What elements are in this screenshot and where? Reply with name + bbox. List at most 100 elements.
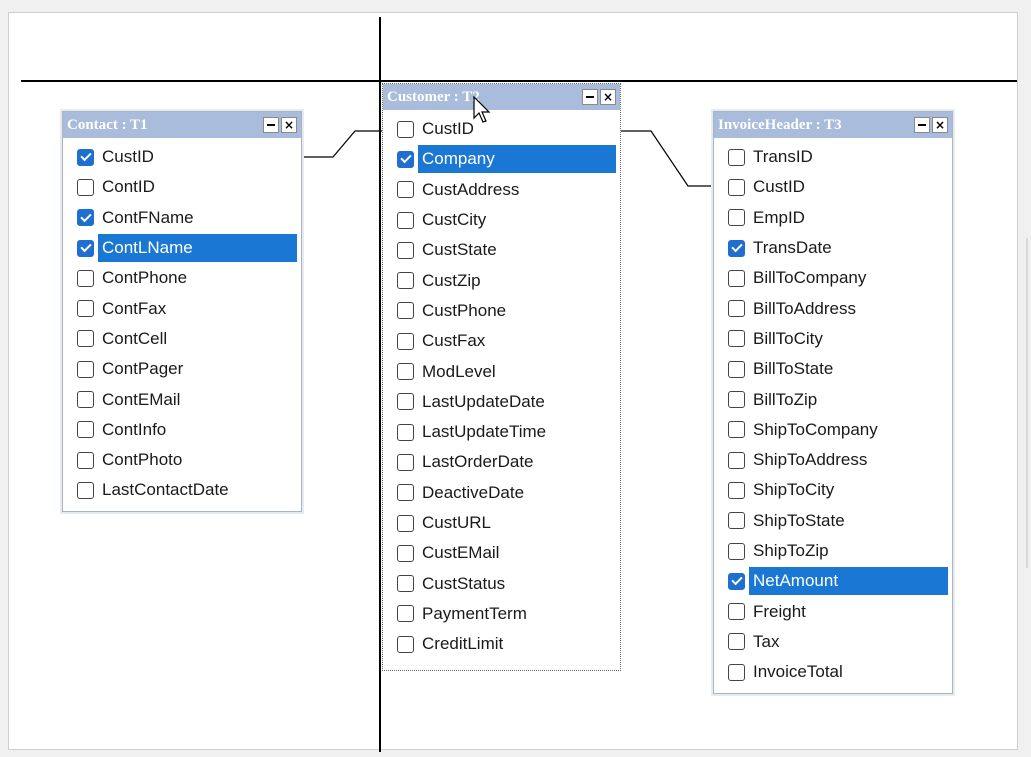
column-label[interactable]: Freight <box>749 598 948 626</box>
column-checkbox[interactable] <box>397 181 414 199</box>
column-label[interactable]: Tax <box>749 628 948 656</box>
column-row[interactable]: CustPhone <box>387 296 616 326</box>
column-row[interactable]: ShipToState <box>718 506 948 536</box>
column-label[interactable]: ShipToCity <box>749 476 948 504</box>
column-row[interactable]: CustEMail <box>387 538 616 568</box>
column-label[interactable]: InvoiceTotal <box>749 658 948 686</box>
column-label[interactable]: CustAddress <box>418 176 616 204</box>
column-label[interactable]: TransDate <box>749 234 948 262</box>
column-label[interactable]: BillToZip <box>749 386 948 414</box>
column-row[interactable]: CustID <box>387 114 616 144</box>
column-row[interactable]: Company <box>387 144 616 174</box>
column-checkbox[interactable] <box>77 421 94 439</box>
column-checkbox[interactable] <box>728 239 745 257</box>
column-label[interactable]: ContPhoto <box>98 446 297 474</box>
column-row[interactable]: TransDate <box>718 233 948 263</box>
column-row[interactable]: NetAmount <box>718 566 948 596</box>
column-checkbox[interactable] <box>397 241 414 259</box>
column-checkbox[interactable] <box>77 451 94 469</box>
column-row[interactable]: ShipToAddress <box>718 445 948 475</box>
column-row[interactable]: ContInfo <box>67 415 297 445</box>
column-row[interactable]: LastOrderDate <box>387 447 616 477</box>
column-checkbox[interactable] <box>397 332 414 350</box>
table-title-bar[interactable]: Contact : T1 × <box>63 112 301 138</box>
column-label[interactable]: ContFax <box>98 295 297 323</box>
column-row[interactable]: InvoiceTotal <box>718 657 948 687</box>
column-label[interactable]: CustFax <box>418 327 616 355</box>
column-checkbox[interactable] <box>397 150 414 168</box>
table-title-bar[interactable]: InvoiceHeader : T3 × <box>714 112 952 138</box>
column-checkbox[interactable] <box>397 393 414 411</box>
table-window-customer[interactable]: Customer : T2 × CustID Company CustAddress… <box>382 83 621 671</box>
column-label[interactable]: CustID <box>418 115 616 143</box>
column-label[interactable]: CustCity <box>418 206 616 234</box>
column-label[interactable]: CustPhone <box>418 297 616 325</box>
column-row[interactable]: ModLevel <box>387 356 616 386</box>
column-row[interactable]: ContFName <box>67 203 297 233</box>
column-checkbox[interactable] <box>728 633 745 651</box>
column-row[interactable]: CustAddress <box>387 175 616 205</box>
column-checkbox[interactable] <box>728 421 745 439</box>
column-checkbox[interactable] <box>728 512 745 530</box>
column-label[interactable]: BillToAddress <box>749 295 948 323</box>
column-checkbox[interactable] <box>728 481 745 499</box>
column-row[interactable]: PaymentTerm <box>387 599 616 629</box>
column-label[interactable]: CustState <box>418 236 616 264</box>
column-row[interactable]: ShipToCompany <box>718 415 948 445</box>
column-checkbox[interactable] <box>728 360 745 378</box>
minimize-icon[interactable] <box>582 89 598 105</box>
column-label[interactable]: ContLName <box>98 234 297 263</box>
column-row[interactable]: CustState <box>387 235 616 265</box>
column-checkbox[interactable] <box>77 178 94 196</box>
column-label[interactable]: EmpID <box>749 204 948 232</box>
column-label[interactable]: BillToState <box>749 355 948 383</box>
column-label[interactable]: ContPager <box>98 355 297 383</box>
column-label[interactable]: ModLevel <box>418 358 616 386</box>
column-row[interactable]: BillToAddress <box>718 293 948 323</box>
column-checkbox[interactable] <box>397 272 414 290</box>
column-checkbox[interactable] <box>77 330 94 348</box>
column-row[interactable]: DeactiveDate <box>387 478 616 508</box>
column-label[interactable]: TransID <box>749 143 948 171</box>
column-checkbox[interactable] <box>77 209 94 227</box>
column-checkbox[interactable] <box>397 120 414 138</box>
column-label[interactable]: CustEMail <box>418 539 616 567</box>
minimize-icon[interactable] <box>263 117 279 133</box>
column-checkbox[interactable] <box>397 514 414 532</box>
minimize-icon[interactable] <box>914 117 930 133</box>
table-window-invoiceheader[interactable]: InvoiceHeader : T3 × TransID CustID EmpID T… <box>713 111 953 694</box>
column-row[interactable]: ContID <box>67 172 297 202</box>
column-checkbox[interactable] <box>77 269 94 287</box>
column-label[interactable]: BillToCity <box>749 325 948 353</box>
column-row[interactable]: ContFax <box>67 293 297 323</box>
column-checkbox[interactable] <box>728 300 745 318</box>
column-label[interactable]: CustStatus <box>418 570 616 598</box>
column-row[interactable]: ContPhoto <box>67 445 297 475</box>
column-row[interactable]: LastUpdateTime <box>387 417 616 447</box>
column-checkbox[interactable] <box>397 211 414 229</box>
column-row[interactable]: ShipToZip <box>718 536 948 566</box>
column-row[interactable]: CustZip <box>387 265 616 295</box>
table-window-contact[interactable]: Contact : T1 × CustID ContID ContFName Cont… <box>62 111 302 512</box>
column-row[interactable]: CustCity <box>387 205 616 235</box>
column-checkbox[interactable] <box>397 605 414 623</box>
column-checkbox[interactable] <box>77 148 94 166</box>
table-title-bar[interactable]: Customer : T2 × <box>383 84 620 110</box>
column-checkbox[interactable] <box>397 635 414 653</box>
column-checkbox[interactable] <box>728 209 745 227</box>
column-label[interactable]: LastContactDate <box>98 476 297 504</box>
column-label[interactable]: ContInfo <box>98 416 297 444</box>
column-checkbox[interactable] <box>728 572 745 590</box>
column-checkbox[interactable] <box>77 481 94 499</box>
column-row[interactable]: BillToCompany <box>718 263 948 293</box>
column-row[interactable]: ContPager <box>67 354 297 384</box>
column-label[interactable]: ShipToCompany <box>749 416 948 444</box>
column-label[interactable]: CustZip <box>418 267 616 295</box>
column-row[interactable]: CreditLimit <box>387 629 616 659</box>
column-checkbox[interactable] <box>397 544 414 562</box>
column-label[interactable]: ShipToZip <box>749 537 948 565</box>
column-label[interactable]: ContFName <box>98 204 297 232</box>
column-label[interactable]: CreditLimit <box>418 630 616 658</box>
column-label[interactable]: PaymentTerm <box>418 600 616 628</box>
column-row[interactable]: BillToCity <box>718 324 948 354</box>
